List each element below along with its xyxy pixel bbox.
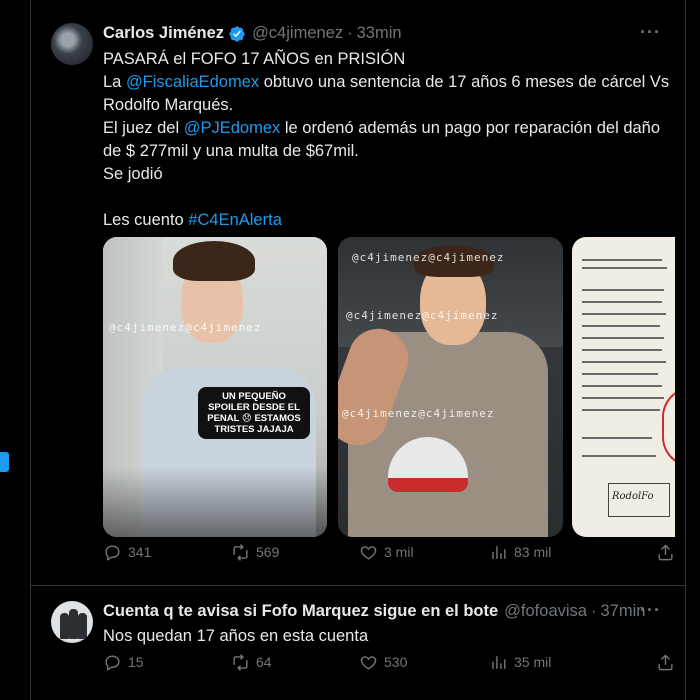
author-handle[interactable]: @fofoavisa: [504, 602, 587, 621]
like-count: 530: [384, 654, 408, 670]
mention-link[interactable]: @FiscaliaEdomex: [126, 73, 259, 91]
reply-button[interactable]: 341: [103, 543, 151, 562]
like-icon: [360, 655, 377, 670]
tweet[interactable]: Carlos Jiménez @c4jimenez · 33min ··· PA…: [31, 0, 685, 586]
repost-count: 569: [256, 544, 280, 560]
tweet-text: PASARÁ el FOFO 17 AÑOS en PRISIÓN La @Fi…: [103, 48, 673, 232]
media-photo-document[interactable]: RodolFo: [572, 237, 675, 537]
red-mark: [662, 387, 675, 467]
media-carousel[interactable]: @c4jimenez@c4jimenez UN PEQUEÑO SPOILER …: [103, 237, 675, 537]
mention-link[interactable]: @PJEdomex: [184, 119, 281, 137]
share-button[interactable]: [656, 653, 675, 672]
reply-count: 15: [128, 654, 144, 670]
share-icon: [658, 543, 673, 560]
person-hair: [173, 241, 255, 281]
separator: ·: [347, 24, 353, 42]
views-button[interactable]: 35 mil: [489, 653, 551, 672]
views-count: 83 mil: [514, 544, 552, 560]
views-icon: [492, 545, 506, 559]
avatar[interactable]: [51, 601, 93, 643]
tweet-line: Se jodió: [103, 165, 163, 183]
tweet-line: [103, 186, 673, 209]
share-button[interactable]: [656, 543, 675, 562]
repost-icon: [233, 543, 248, 561]
share-icon: [658, 653, 673, 670]
tweet-line: El juez del @PJEdomex le ordenó además u…: [103, 119, 661, 137]
tweet-header: Cuenta q te avisa si Fofo Marquez sigue …: [103, 602, 645, 621]
tweet-line: Nos quedan 17 años en esta cuenta: [103, 627, 369, 645]
like-count: 3 mil: [384, 544, 414, 560]
more-icon[interactable]: ···: [640, 600, 661, 621]
watermark: @c4jimenez@c4jimenez: [352, 251, 505, 264]
repost-icon: [233, 653, 248, 671]
watermark: @c4jimenez@c4jimenez: [342, 407, 495, 420]
tweet-line: La @FiscaliaEdomex obtuvo una sentencia …: [103, 73, 670, 91]
tweet-header: Carlos Jiménez @c4jimenez · 33min: [103, 24, 402, 43]
reply-count: 341: [128, 544, 152, 560]
repost-button[interactable]: 569: [231, 543, 279, 562]
signature: RodolFo: [612, 491, 654, 502]
like-icon: [360, 545, 377, 560]
author-name[interactable]: Cuenta q te avisa si Fofo Marquez sigue …: [103, 602, 498, 621]
sticker-caption: UN PEQUEÑO SPOILER DESDE EL PENAL 😞 ESTA…: [198, 387, 310, 439]
watermark: @c4jimenez@c4jimenez: [346, 309, 499, 322]
timestamp[interactable]: 37min: [600, 602, 645, 621]
like-button[interactable]: 530: [359, 653, 407, 672]
watermark: @c4jimenez@c4jimenez: [109, 321, 262, 334]
timeline-column: Carlos Jiménez @c4jimenez · 33min ··· PA…: [30, 0, 686, 700]
repost-count: 64: [256, 654, 272, 670]
tweet-line: de $ 277mil y una multa de $67mil.: [103, 142, 359, 160]
author-name[interactable]: Carlos Jiménez: [103, 24, 224, 43]
media-photo[interactable]: @c4jimenez@c4jimenez @c4jimenez@c4jimene…: [338, 237, 563, 537]
avatar[interactable]: [51, 23, 93, 65]
views-icon: [492, 655, 506, 669]
hashtag-link[interactable]: #C4EnAlerta: [188, 211, 282, 229]
tweet-line: Rodolfo Marqués.: [103, 96, 234, 114]
separator: ·: [590, 602, 597, 620]
author-handle[interactable]: @c4jimenez: [252, 24, 343, 43]
tweet-line: PASARÁ el FOFO 17 AÑOS en PRISIÓN: [103, 50, 406, 68]
tweet-line: Les cuento #C4EnAlerta: [103, 211, 282, 229]
reply-button[interactable]: 15: [103, 653, 144, 672]
views-count: 35 mil: [514, 654, 552, 670]
timestamp[interactable]: 33min: [357, 24, 402, 43]
verified-badge-icon: [229, 25, 245, 42]
views-button[interactable]: 83 mil: [489, 543, 551, 562]
tweet-text: Nos quedan 17 años en esta cuenta: [103, 625, 673, 648]
more-icon[interactable]: ···: [640, 22, 661, 43]
reply-icon: [105, 654, 120, 671]
media-photo[interactable]: @c4jimenez@c4jimenez UN PEQUEÑO SPOILER …: [103, 237, 327, 537]
sidebar-indicator[interactable]: [0, 452, 9, 472]
reply-icon: [105, 544, 120, 561]
repost-button[interactable]: 64: [231, 653, 272, 672]
like-button[interactable]: 3 mil: [359, 543, 414, 562]
floor-shadow: [103, 467, 327, 537]
